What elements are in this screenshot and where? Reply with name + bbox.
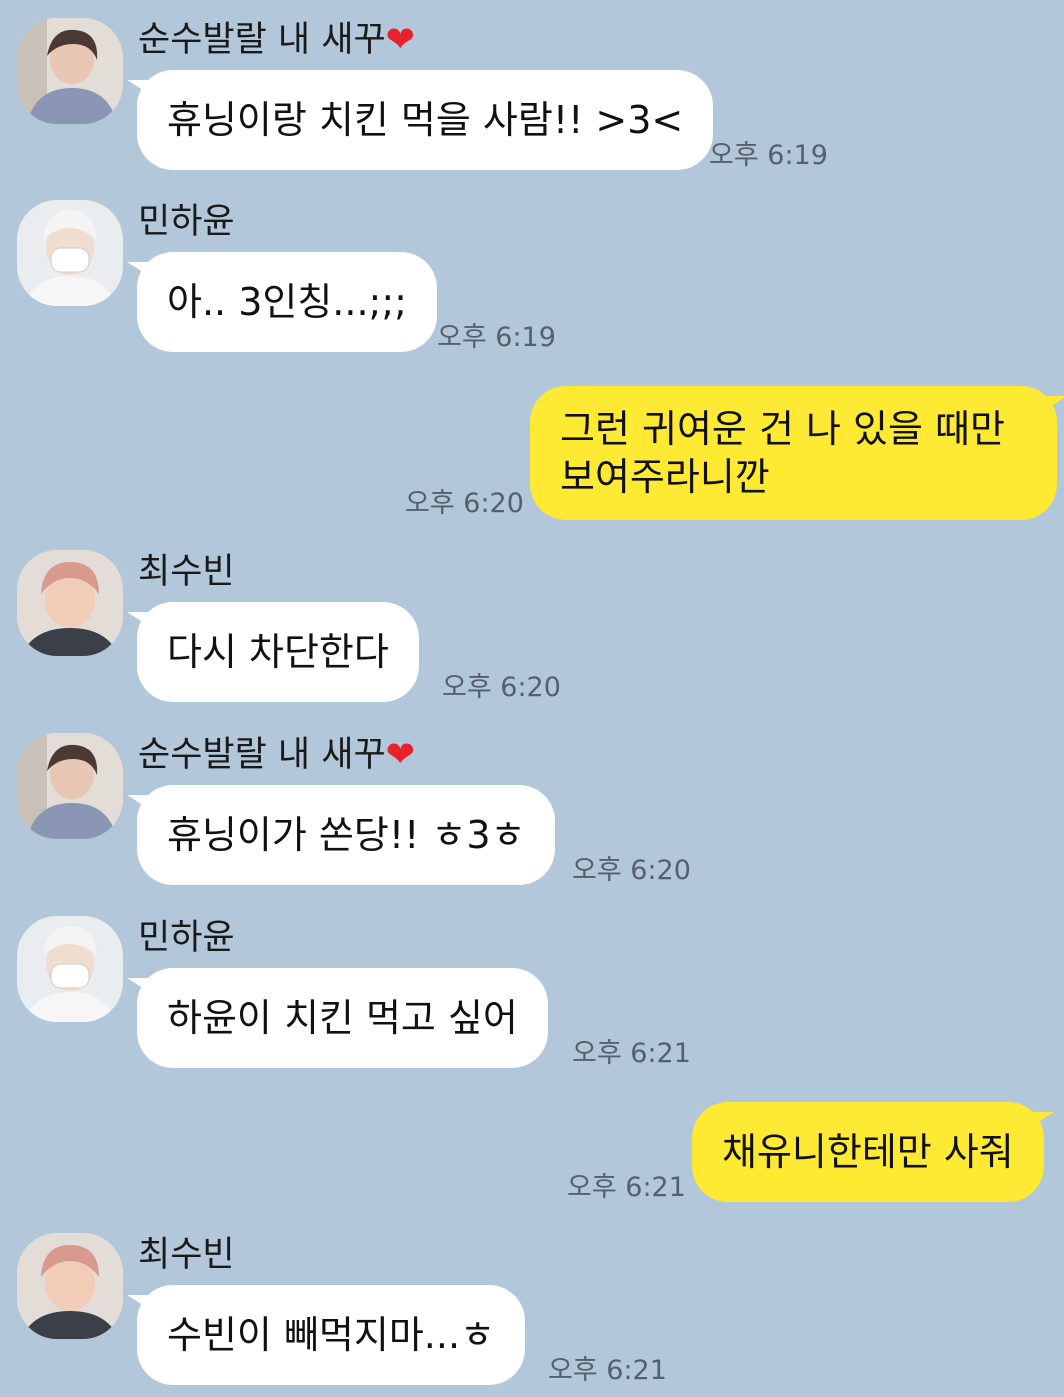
message-bubble[interactable]: 수빈이 빼먹지마...ㅎ [127,1285,525,1385]
message-bubble[interactable]: 하윤이 치킨 먹고 싶어 [127,968,548,1068]
avatar[interactable] [17,733,123,839]
message-text-line: 그런 귀여운 건 나 있을 때만 [560,407,1005,451]
message-timestamp: 오후 6:21 [567,1172,686,1203]
message-timestamp: 오후 6:19 [437,322,556,353]
message-timestamp: 오후 6:20 [405,488,524,519]
avatar[interactable] [17,18,123,124]
avatar[interactable] [17,916,123,1022]
message-bubble[interactable]: 그런 귀여운 건 나 있을 때만 보여주라니깐 [530,386,1064,520]
avatar[interactable] [17,550,123,656]
heart-icon: ❤ [385,20,415,60]
message-text: 다시 차단한다 [167,630,389,674]
message-text: 휴닝이가 쏜당!! ㅎ3ㅎ [167,813,526,857]
message-timestamp: 오후 6:20 [572,855,691,886]
message-timestamp: 오후 6:20 [442,672,561,703]
sender-name: 순수발랄 내 새꾸❤ [138,20,415,60]
avatar[interactable] [17,200,123,306]
sender-name: 최수빈 [138,552,235,592]
message-text: 아.. 3인칭...;;; [167,280,407,324]
message-timestamp: 오후 6:21 [572,1038,691,1069]
message-text: 수빈이 빼먹지마...ㅎ [167,1313,495,1357]
sender-name: 민하윤 [138,918,235,958]
message-bubble[interactable]: 휴닝이가 쏜당!! ㅎ3ㅎ [126,785,556,885]
heart-icon: ❤ [385,735,415,775]
message-bubble[interactable]: 다시 차단한다 [127,602,419,702]
message-text-line: 보여주라니깐 [560,455,770,499]
message-timestamp: 오후 6:19 [709,140,828,171]
message-bubble[interactable]: 아.. 3인칭...;;; [127,252,437,352]
avatar[interactable] [17,1233,123,1339]
sender-name: 순수발랄 내 새꾸❤ [138,735,415,775]
message-text: 채유니한테만 사줘 [722,1130,1014,1174]
sender-name: 최수빈 [138,1235,235,1275]
message-text: 휴닝이랑 치킨 먹을 사람!! >3< [167,98,684,142]
message-timestamp: 오후 6:21 [548,1355,667,1386]
message-bubble[interactable]: 채유니한테만 사줘 [692,1102,1054,1202]
message-bubble[interactable]: 휴닝이랑 치킨 먹을 사람!! >3< [126,70,714,170]
message-text: 하윤이 치킨 먹고 싶어 [167,996,518,1040]
sender-name: 민하윤 [138,202,235,242]
